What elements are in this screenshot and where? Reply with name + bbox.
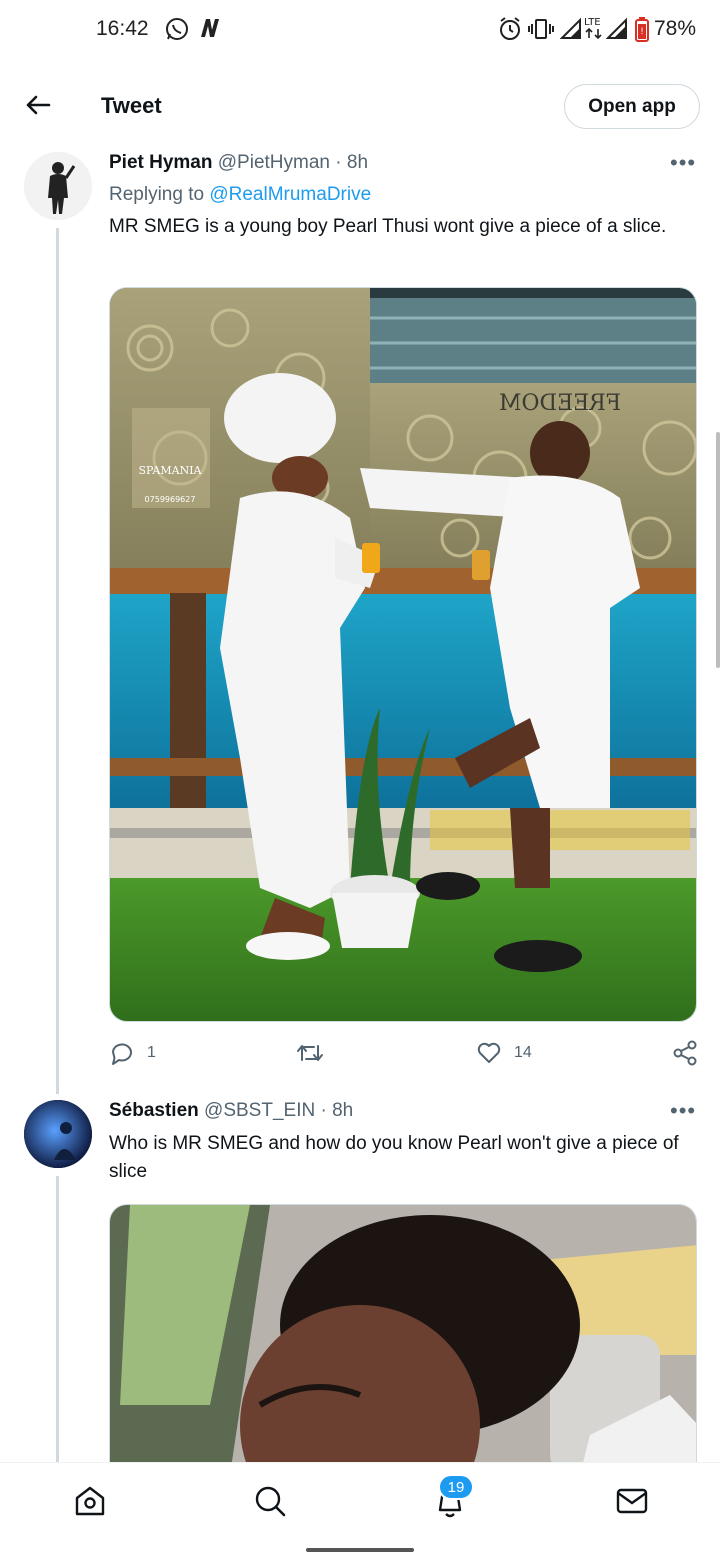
car-selfie-photo xyxy=(110,1205,696,1474)
search-icon xyxy=(255,1486,286,1517)
messages-icon xyxy=(616,1488,648,1514)
n-app-icon xyxy=(198,16,222,45)
open-app-button[interactable]: Open app xyxy=(564,84,700,129)
replying-to-link[interactable]: @RealMrumaDrive xyxy=(209,184,371,205)
thread-line xyxy=(56,228,59,1094)
logo-phone: 0759969627 xyxy=(145,495,196,504)
signal-icon xyxy=(605,16,628,45)
tweet-time[interactable]: 8h xyxy=(332,1100,353,1121)
home-indicator[interactable] xyxy=(306,1548,414,1552)
avatar[interactable] xyxy=(24,152,92,220)
lte-icon: LTE xyxy=(583,14,605,45)
home-icon xyxy=(75,1486,105,1516)
tweet-header: Piet Hyman @PietHyman · 8h xyxy=(109,152,368,174)
heart-icon xyxy=(477,1042,501,1063)
page-title: Tweet xyxy=(101,93,162,118)
scrollbar-thumb[interactable] xyxy=(716,432,720,668)
more-options-icon[interactable]: ••• xyxy=(670,1098,696,1124)
tweet-text: MR SMEG is a young boy Pearl Thusi wont … xyxy=(109,216,667,237)
author-name[interactable]: Sébastien xyxy=(109,1100,199,1121)
vibrate-icon xyxy=(528,16,554,47)
thread-line xyxy=(56,1176,59,1466)
alarm-icon xyxy=(498,16,522,47)
like-count: 14 xyxy=(514,1044,532,1061)
bottom-navigation: 19 xyxy=(0,1462,720,1538)
tweet-header: Sébastien @SBST_EIN · 8h xyxy=(109,1100,353,1122)
avatar[interactable] xyxy=(24,1100,92,1168)
status-bar: 16:42 LTE ! 78% xyxy=(0,0,720,60)
battery-icon: ! xyxy=(634,16,650,47)
retweet-icon xyxy=(297,1045,323,1061)
tweet-actions: 1 14 xyxy=(109,1040,699,1070)
separator: · xyxy=(335,152,342,173)
reply-count: 1 xyxy=(147,1044,156,1061)
separator: · xyxy=(320,1100,327,1121)
header-bar: Tweet Open app xyxy=(0,76,720,136)
share-button[interactable] xyxy=(672,1040,698,1066)
like-button[interactable]: 14 xyxy=(476,1040,532,1066)
tweet-text: Who is MR SMEG and how do you know Pearl… xyxy=(109,1133,679,1182)
replying-to-label: Replying to xyxy=(109,184,205,205)
tweet-image[interactable] xyxy=(109,1204,697,1474)
share-icon xyxy=(673,1040,697,1066)
author-handle[interactable]: @PietHyman xyxy=(218,152,330,173)
nav-messages[interactable] xyxy=(614,1483,650,1519)
more-options-icon[interactable]: ••• xyxy=(670,150,696,176)
battery-percent: 78% xyxy=(654,17,697,40)
tweet-image[interactable]: SPAMANIA 0759969627 FREEDOM xyxy=(109,287,697,1022)
author-name[interactable]: Piet Hyman xyxy=(109,152,212,173)
status-time: 16:42 xyxy=(96,17,149,40)
signal-icon xyxy=(559,16,582,45)
whatsapp-icon xyxy=(164,16,190,47)
notifications-badge[interactable]: 19 xyxy=(438,1474,474,1500)
nav-search[interactable] xyxy=(252,1483,288,1519)
replying-to: Replying to @RealMrumaDrive xyxy=(109,184,371,206)
reply-icon xyxy=(112,1043,132,1065)
nav-home[interactable] xyxy=(72,1483,108,1519)
retweet-button[interactable] xyxy=(296,1040,336,1066)
tweet-time[interactable]: 8h xyxy=(347,152,368,173)
reply-button[interactable]: 1 xyxy=(109,1040,156,1066)
svg-text:!: ! xyxy=(640,27,644,37)
svg-text:LTE: LTE xyxy=(584,17,601,28)
author-handle[interactable]: @SBST_EIN xyxy=(204,1100,315,1121)
spa-photo: SPAMANIA 0759969627 FREEDOM xyxy=(110,288,696,1021)
sign-text: FREEDOM xyxy=(499,391,621,416)
back-button[interactable] xyxy=(22,89,54,121)
logo-text: SPAMANIA xyxy=(139,464,203,477)
arrow-left-icon xyxy=(26,95,51,115)
